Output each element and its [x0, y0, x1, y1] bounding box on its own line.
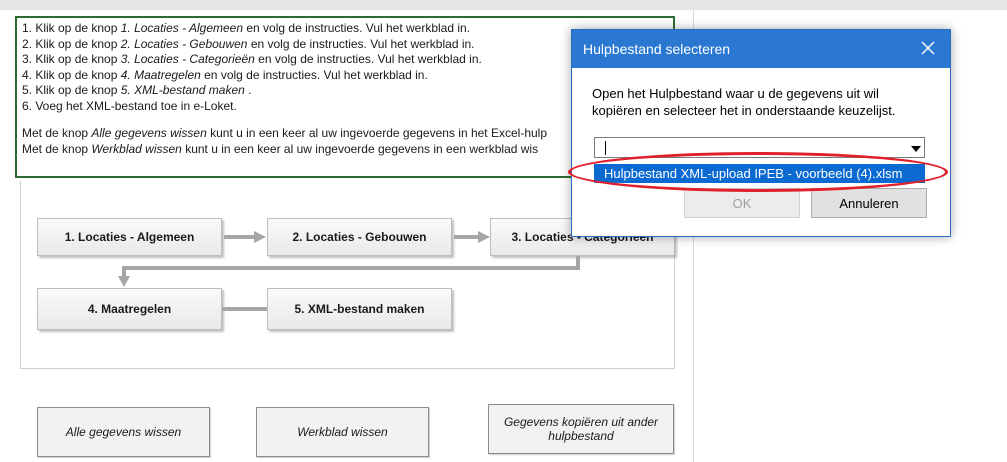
elbow-connector-arrow-icon	[118, 256, 580, 287]
file-combobox[interactable]	[594, 137, 925, 158]
maatregelen-button[interactable]: 4. Maatregelen	[37, 288, 222, 330]
connector-line	[222, 307, 267, 311]
dialog-titlebar: Hulpbestand selecteren	[572, 30, 950, 68]
dialog-title: Hulpbestand selecteren	[583, 41, 731, 57]
locaties-gebouwen-button[interactable]: 2. Locaties - Gebouwen	[267, 218, 452, 256]
file-list-item[interactable]: Hulpbestand XML-upload IPEB - voorbeeld …	[594, 164, 925, 183]
arrow-right-icon	[454, 231, 490, 243]
select-file-dialog: Hulpbestand selecteren Open het Hulpbest…	[571, 29, 951, 237]
top-bar	[0, 0, 1007, 10]
ok-button[interactable]: OK	[684, 188, 800, 218]
clear-all-button[interactable]: Alle gegevens wissen	[37, 407, 210, 457]
locaties-algemeen-button[interactable]: 1. Locaties - Algemeen	[37, 218, 222, 256]
cancel-button[interactable]: Annuleren	[811, 188, 927, 218]
dialog-message: Open het Hulpbestand waar u de gegevens …	[592, 86, 896, 118]
arrow-right-icon	[224, 231, 266, 243]
copy-data-button[interactable]: Gegevens kopiëren uit ander hulpbestand	[488, 404, 674, 454]
chevron-down-icon[interactable]	[911, 146, 921, 152]
xml-bestand-maken-button[interactable]: 5. XML-bestand maken	[267, 288, 452, 330]
text-caret	[605, 141, 606, 155]
close-icon[interactable]	[920, 40, 936, 56]
clear-sheet-button[interactable]: Werkblad wissen	[256, 407, 429, 457]
